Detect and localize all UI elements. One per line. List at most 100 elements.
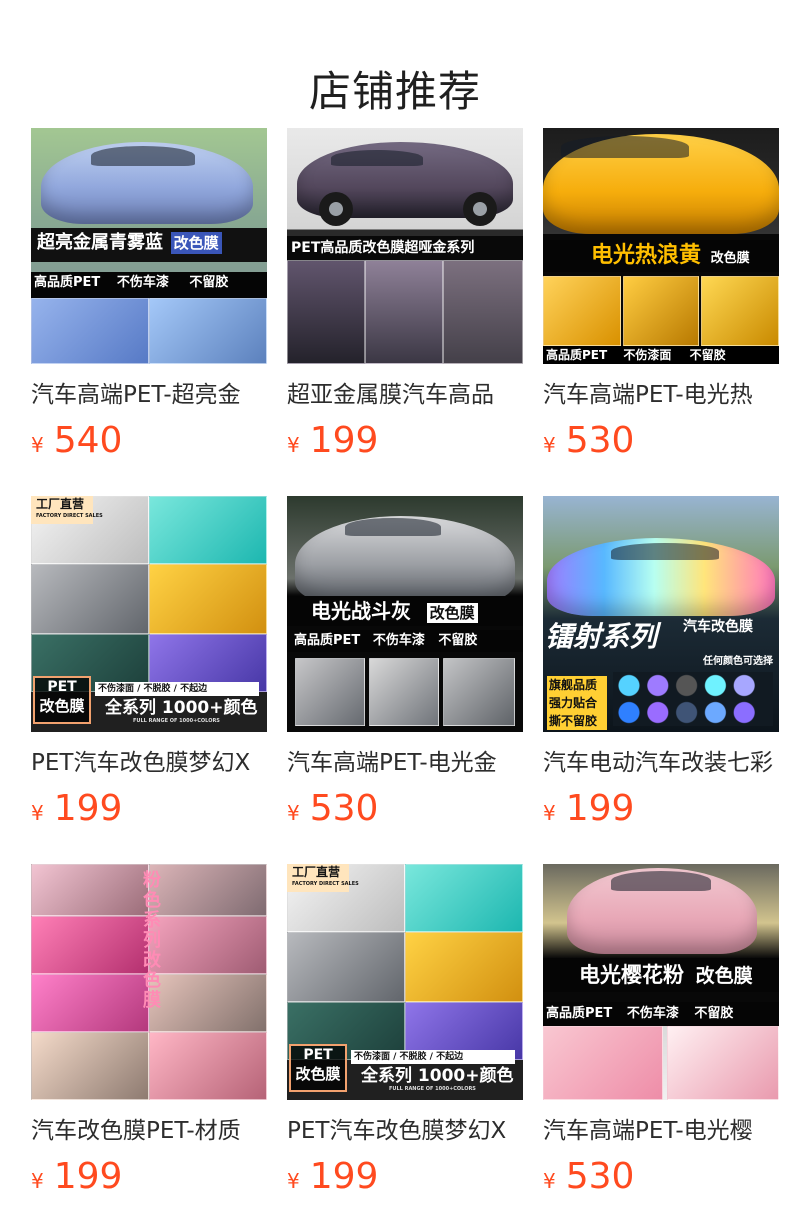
feature-strip: 不伤漆面 / 不脱胶 / 不起边 <box>351 1050 515 1064</box>
image-feature: 不伤漆面 <box>623 348 672 362</box>
product-title[interactable]: 汽车高端PET-电光樱 <box>543 1114 779 1148</box>
product-image[interactable]: 超亮金属青雾蓝 改色膜 高品质PET 不伤车漆 不留胶 <box>31 128 267 364</box>
image-headline: 电光战斗灰 <box>311 599 411 623</box>
product-card[interactable]: 粉色系列改色膜 汽车改色膜PET-材质 ¥ 199 <box>31 864 267 1199</box>
image-panel <box>623 276 699 346</box>
image-feature: 不留胶 <box>438 633 478 648</box>
image-feature: 高品质PET <box>546 1006 613 1021</box>
product-title[interactable]: 超亚金属膜汽车高品 <box>287 378 523 412</box>
factory-badge: 工厂直营 FACTORY DIRECT SALES <box>31 496 103 524</box>
feature-strip: 不伤漆面 / 不脱胶 / 不起边 <box>95 682 259 696</box>
badge-title: PET <box>303 1047 333 1063</box>
color-swatches <box>613 672 773 726</box>
product-title[interactable]: 汽车电动汽车改装七彩 <box>543 746 779 780</box>
image-banner: 电光樱花粉 改色膜 <box>543 958 779 992</box>
image-headline: 电光热浪黄 <box>591 243 702 268</box>
image-banner: PET高品质改色膜超哑金系列 <box>287 236 523 260</box>
currency-symbol: ¥ <box>543 801 556 825</box>
currency-symbol: ¥ <box>287 801 300 825</box>
image-tag: 改色膜 <box>710 251 750 266</box>
product-price: 199 <box>565 788 635 829</box>
product-image[interactable]: 电光战斗灰 改色膜 高品质PET 不伤车漆 不留胶 <box>287 496 523 732</box>
image-panel <box>701 276 779 346</box>
image-panel <box>149 916 267 974</box>
image-panel <box>31 298 149 364</box>
image-feature: 不伤车漆 <box>626 1006 679 1021</box>
car-window <box>345 518 441 536</box>
car-window <box>611 871 711 891</box>
pet-badge: PET 改色膜 <box>33 676 91 724</box>
product-price: 199 <box>53 788 123 829</box>
badge-subtitle: 改色膜 <box>39 697 85 715</box>
image-panel <box>149 564 267 634</box>
image-feature: 不伤车漆 <box>372 633 425 648</box>
product-title[interactable]: 汽车高端PET-电光金 <box>287 746 523 780</box>
price-row: ¥ 199 <box>287 418 523 462</box>
product-title[interactable]: 汽车改色膜PET-材质 <box>31 1114 267 1148</box>
color-count: 全系列 1000+颜色 <box>105 698 258 718</box>
product-image[interactable]: 工厂直营 FACTORY DIRECT SALES PET 改色膜 不伤漆面 /… <box>287 864 523 1100</box>
product-image[interactable]: PET高品质改色膜超哑金系列 <box>287 128 523 364</box>
product-image[interactable]: 工厂直营 FACTORY DIRECT SALES PET 改色膜 不伤漆面 /… <box>31 496 267 732</box>
image-feature-strip: 高品质PET 不伤车漆 不留胶 <box>543 1002 779 1026</box>
currency-symbol: ¥ <box>31 801 44 825</box>
price-row: ¥ 199 <box>31 1154 267 1198</box>
image-feature: 不留胶 <box>694 1006 734 1021</box>
product-image[interactable]: 电光热浪黄 改色膜 高品质PET 不伤漆面 不留胶 <box>543 128 779 364</box>
quality-label: 旗舰品质 <box>547 676 607 694</box>
product-title[interactable]: PET汽车改色膜梦幻X <box>287 1114 523 1148</box>
image-panel <box>405 864 523 932</box>
product-card[interactable]: 电光樱花粉 改色膜 高品质PET 不伤车漆 不留胶 汽车高端PET-电光樱 ¥ … <box>543 864 779 1199</box>
image-panel <box>405 932 523 1002</box>
series-title: 镭射系列 <box>545 620 658 653</box>
image-panel <box>149 864 267 916</box>
color-count-subtitle: FULL RANGE OF 1000+COLORS <box>389 1086 476 1092</box>
color-choice: 任何颜色可选择 <box>703 656 773 667</box>
pink-series-label: 粉色系列改色膜 <box>140 870 161 1010</box>
product-card[interactable]: 工厂直营 FACTORY DIRECT SALES PET 改色膜 不伤漆面 /… <box>31 496 267 831</box>
quality-label: 强力贴合 <box>547 694 607 712</box>
currency-symbol: ¥ <box>31 1169 44 1193</box>
price-row: ¥ 530 <box>543 1154 779 1198</box>
product-price: 530 <box>309 788 379 829</box>
badge-title: 工厂直营 <box>36 497 85 511</box>
image-banner: 超亮金属青雾蓝 改色膜 <box>31 228 267 262</box>
image-feature: 高品质PET <box>294 633 361 648</box>
image-panel <box>287 260 365 364</box>
product-card[interactable]: 工厂直营 FACTORY DIRECT SALES PET 改色膜 不伤漆面 /… <box>287 864 523 1199</box>
badge-title: PET <box>47 679 77 695</box>
currency-symbol: ¥ <box>543 1169 556 1193</box>
product-image[interactable]: 电光樱花粉 改色膜 高品质PET 不伤车漆 不留胶 <box>543 864 779 1100</box>
image-feature: 高品质PET <box>546 348 608 362</box>
product-title[interactable]: 汽车高端PET-电光热 <box>543 378 779 412</box>
factory-badge: 工厂直营 FACTORY DIRECT SALES <box>287 864 359 892</box>
image-feature: 不留胶 <box>689 348 726 362</box>
image-panel <box>31 916 149 974</box>
image-feature: 不留胶 <box>189 275 229 290</box>
image-tag: 改色膜 <box>170 232 222 254</box>
product-image[interactable]: 镭射系列 汽车改色膜 任何颜色可选择 旗舰品质 强力贴合 撕不留胶 <box>543 496 779 732</box>
badge-title: 工厂直营 <box>292 865 341 879</box>
price-row: ¥ 530 <box>287 786 523 830</box>
product-card[interactable]: 超亮金属青雾蓝 改色膜 高品质PET 不伤车漆 不留胶 汽车高端PET-超亮金 … <box>31 128 267 463</box>
page-title: 店铺推荐 <box>308 67 481 117</box>
currency-symbol: ¥ <box>287 1169 300 1193</box>
image-panel <box>443 260 523 364</box>
image-headline: PET高品质改色膜超哑金系列 <box>291 240 475 256</box>
image-banner: 电光热浪黄 改色膜 <box>543 240 779 272</box>
product-price: 199 <box>309 1156 379 1197</box>
product-title[interactable]: PET汽车改色膜梦幻X <box>31 746 267 780</box>
image-panel <box>667 1026 779 1100</box>
product-card[interactable]: 电光热浪黄 改色膜 高品质PET 不伤漆面 不留胶 汽车高端PET-电光热 ¥ … <box>543 128 779 463</box>
product-price: 540 <box>53 420 123 461</box>
car-wheel <box>463 192 497 226</box>
image-panel <box>31 864 149 916</box>
image-panel <box>369 658 439 726</box>
product-card[interactable]: 镭射系列 汽车改色膜 任何颜色可选择 旗舰品质 强力贴合 撕不留胶 汽车电动汽车… <box>543 496 779 831</box>
color-count-subtitle: FULL RANGE OF 1000+COLORS <box>133 718 220 724</box>
image-panel <box>543 276 621 346</box>
product-title[interactable]: 汽车高端PET-超亮金 <box>31 378 267 412</box>
product-card[interactable]: PET高品质改色膜超哑金系列 超亚金属膜汽车高品 ¥ 199 <box>287 128 523 463</box>
product-card[interactable]: 电光战斗灰 改色膜 高品质PET 不伤车漆 不留胶 汽车高端PET-电光金 ¥ … <box>287 496 523 831</box>
product-image[interactable]: 粉色系列改色膜 <box>31 864 267 1100</box>
